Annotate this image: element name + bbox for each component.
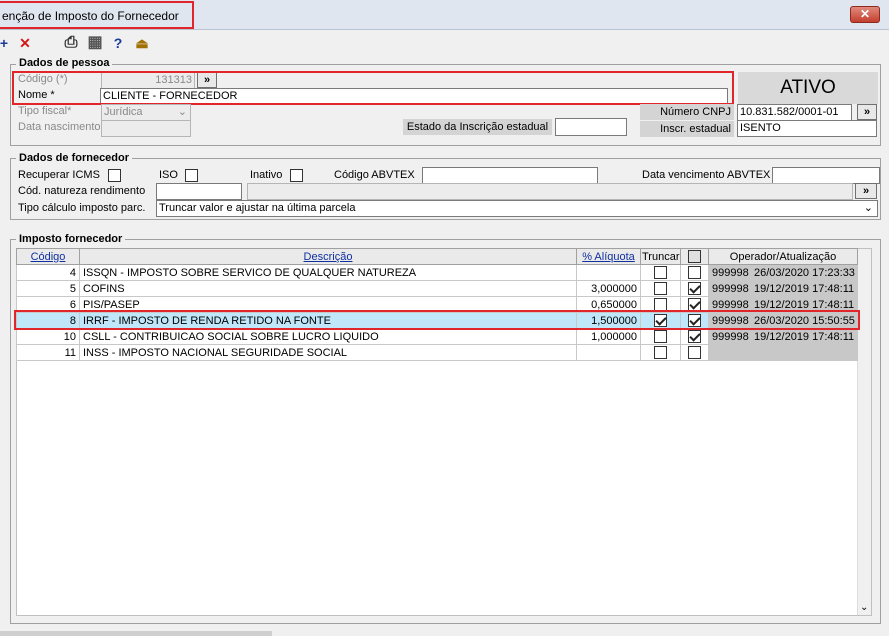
select-checkbox[interactable]: [688, 346, 701, 359]
table-row[interactable]: 11 INSS - IMPOSTO NACIONAL SEGURIDADE SOC…: [16, 344, 858, 361]
operador-cell: 999998: [708, 264, 751, 281]
help-icon[interactable]: ?: [109, 34, 127, 52]
nome-highlight: [12, 71, 734, 105]
tipo-fiscal-value: Jurídica: [104, 106, 143, 118]
ie-field[interactable]: ISENTO: [737, 120, 877, 137]
aliquota-cell: 1,000000: [576, 328, 641, 345]
window-title: enção de Imposto do Fornecedor: [2, 9, 179, 23]
inativo-checkbox[interactable]: [290, 169, 303, 182]
add-icon[interactable]: +: [0, 34, 13, 52]
descricao-cell: ISSQN - IMPOSTO SOBRE SERVICO DE QUALQUE…: [79, 264, 577, 281]
operador-cell: 999998: [708, 280, 751, 297]
select-checkbox[interactable]: [688, 266, 701, 279]
bottom-strip: [0, 631, 272, 636]
grid-icon[interactable]: ▦: [86, 34, 104, 52]
recuperar-icms-checkbox[interactable]: [108, 169, 121, 182]
ie-label: Inscr. estadual: [640, 121, 734, 137]
descricao-cell: CSLL - CONTRIBUICAO SOCIAL SOBRE LUCRO L…: [79, 328, 577, 345]
truncar-checkbox[interactable]: [654, 330, 667, 343]
select-all-checkbox[interactable]: [688, 250, 701, 263]
truncar-checkbox[interactable]: [654, 346, 667, 359]
vertical-scrollbar[interactable]: ⌄: [857, 249, 871, 615]
cod-natureza-desc-field: [247, 183, 853, 200]
truncar-checkbox[interactable]: [654, 282, 667, 295]
select-cell[interactable]: [680, 344, 709, 361]
status-badge: ATIVO: [738, 72, 878, 104]
table-row[interactable]: 5 COFINS 3,000000 999998 19/12/2019 17:48:11: [16, 280, 858, 297]
data-atualizacao-cell: 26/03/2020 17:23:33: [750, 264, 858, 281]
cod-natureza-field[interactable]: [156, 183, 242, 200]
pessoa-legend: Dados de pessoa: [16, 57, 113, 69]
data-atualizacao-cell: 19/12/2019 17:48:11: [750, 280, 858, 297]
data-nascimento-field: [101, 120, 191, 137]
irrf-row-highlight: [14, 310, 860, 330]
aliquota-cell: [576, 344, 641, 361]
estado-ie-label: Estado da Inscrição estadual: [403, 119, 552, 135]
chevron-down-icon: ⌄: [863, 202, 873, 214]
scroll-down-icon[interactable]: ⌄: [860, 602, 868, 613]
fornecedor-legend: Dados de fornecedor: [16, 152, 133, 164]
delete-icon[interactable]: ✕: [16, 34, 34, 52]
estado-ie-field[interactable]: [555, 118, 627, 136]
select-cell[interactable]: [680, 328, 709, 345]
codigo-abvtex-field[interactable]: [422, 167, 598, 184]
truncar-cell[interactable]: [640, 344, 681, 361]
select-checkbox[interactable]: [688, 330, 701, 343]
descricao-cell: INSS - IMPOSTO NACIONAL SEGURIDADE SOCIA…: [79, 344, 577, 361]
tipo-fiscal-select[interactable]: Jurídica ⌄: [101, 104, 191, 121]
title-bar: enção de Imposto do Fornecedor ✕: [0, 0, 889, 30]
cnpj-label: Número CNPJ: [640, 104, 734, 120]
tipo-calc-value: Truncar valor e ajustar na última parcel…: [159, 202, 356, 214]
cod-natureza-label: Cód. natureza rendimento: [18, 185, 146, 197]
col-select-all-header[interactable]: [680, 248, 709, 265]
data-atualizacao-cell: 19/12/2019 17:48:11: [750, 328, 858, 345]
data-atualizacao-cell: [750, 344, 858, 361]
truncar-cell[interactable]: [640, 280, 681, 297]
tipo-calc-label: Tipo cálculo imposto parc.: [18, 202, 146, 214]
imposto-legend: Imposto fornecedor: [16, 233, 126, 245]
tipo-calc-select[interactable]: Truncar valor e ajustar na última parcel…: [156, 200, 878, 217]
truncar-cell[interactable]: [640, 328, 681, 345]
cod-natureza-search-button[interactable]: »: [855, 183, 877, 199]
print-icon[interactable]: ⎙: [62, 34, 80, 52]
data-nascimento-label: Data nascimento: [18, 121, 101, 133]
truncar-cell[interactable]: [640, 264, 681, 281]
aliquota-cell: 3,000000: [576, 280, 641, 297]
close-button[interactable]: ✕: [850, 6, 880, 23]
table-row[interactable]: 10 CSLL - CONTRIBUICAO SOCIAL SOBRE LUCRO…: [16, 328, 858, 345]
data-venc-abvtex-field[interactable]: [772, 167, 880, 184]
codigo-cell: 10: [16, 328, 80, 345]
codigo-abvtex-label: Código ABVTEX: [334, 169, 415, 181]
aliquota-cell: [576, 264, 641, 281]
truncar-checkbox[interactable]: [654, 266, 667, 279]
operador-cell: 999998: [708, 328, 751, 345]
recuperar-icms-label: Recuperar ICMS: [18, 169, 100, 181]
col-codigo-header[interactable]: Código: [16, 248, 80, 265]
select-cell[interactable]: [680, 280, 709, 297]
inativo-label: Inativo: [250, 169, 283, 181]
table-row[interactable]: 4 ISSQN - IMPOSTO SOBRE SERVICO DE QUALQU…: [16, 264, 858, 281]
tipo-fiscal-label: Tipo fiscal*: [18, 105, 72, 117]
imposto-table: Código Descrição % Alíquota Truncar Oper…: [16, 248, 858, 361]
chevron-down-icon: ⌄: [177, 106, 187, 118]
iso-checkbox[interactable]: [185, 169, 198, 182]
codigo-cell: 11: [16, 344, 80, 361]
operador-cell: [708, 344, 751, 361]
col-operador-header[interactable]: Operador/Atualização: [708, 248, 858, 265]
select-checkbox[interactable]: [688, 282, 701, 295]
select-cell[interactable]: [680, 264, 709, 281]
col-truncar-header[interactable]: Truncar: [640, 248, 681, 265]
descricao-cell: COFINS: [79, 280, 577, 297]
cnpj-field[interactable]: 10.831.582/0001-01: [737, 104, 852, 121]
cnpj-search-button[interactable]: »: [857, 104, 877, 120]
codigo-cell: 5: [16, 280, 80, 297]
col-descricao-header[interactable]: Descrição: [79, 248, 577, 265]
codigo-cell: 4: [16, 264, 80, 281]
iso-label: ISO: [159, 169, 178, 181]
exit-icon[interactable]: ⏏: [133, 34, 151, 52]
col-aliquota-header[interactable]: % Alíquota: [576, 248, 641, 265]
data-venc-abvtex-label: Data vencimento ABVTEX: [642, 169, 771, 181]
